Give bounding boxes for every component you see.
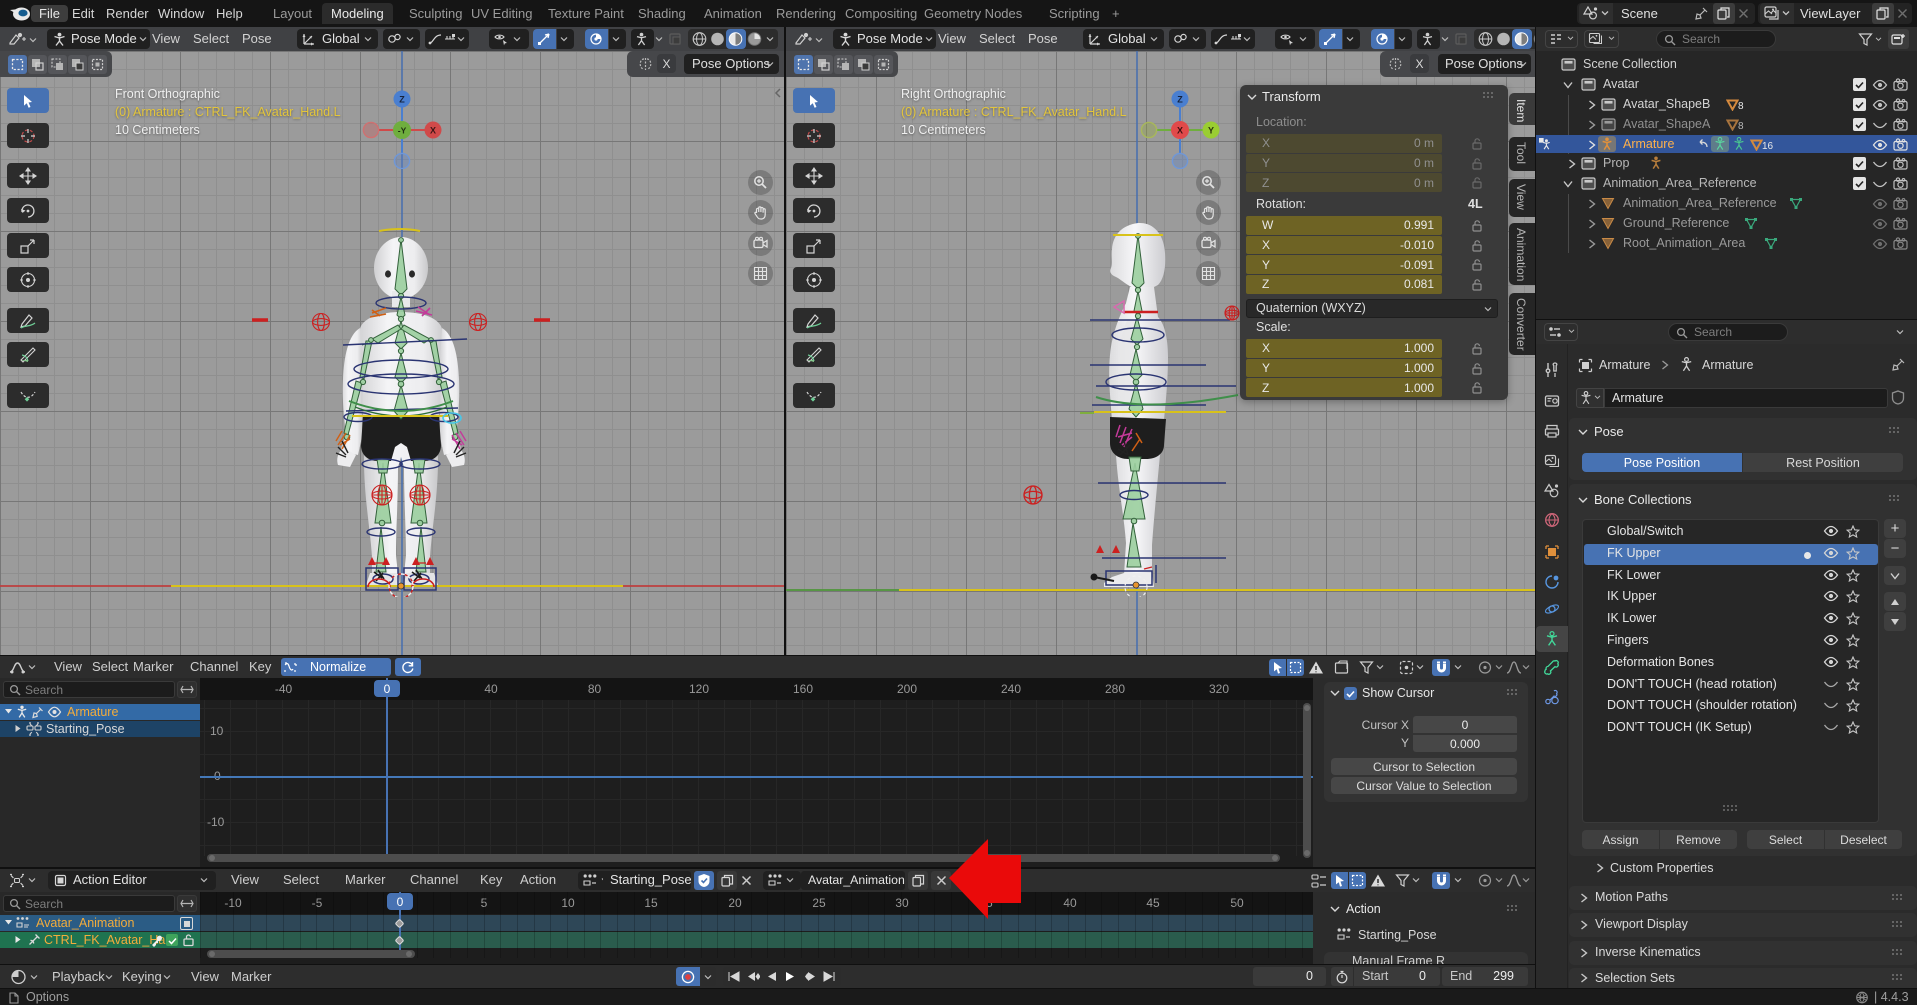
svg-text:-Y: -Y bbox=[398, 126, 407, 136]
svg-text:Y: Y bbox=[1208, 126, 1214, 136]
svg-text:Z: Z bbox=[399, 95, 405, 105]
svg-text:Z: Z bbox=[1177, 95, 1183, 105]
svg-text:X: X bbox=[430, 126, 436, 136]
svg-text:X: X bbox=[1177, 126, 1183, 136]
